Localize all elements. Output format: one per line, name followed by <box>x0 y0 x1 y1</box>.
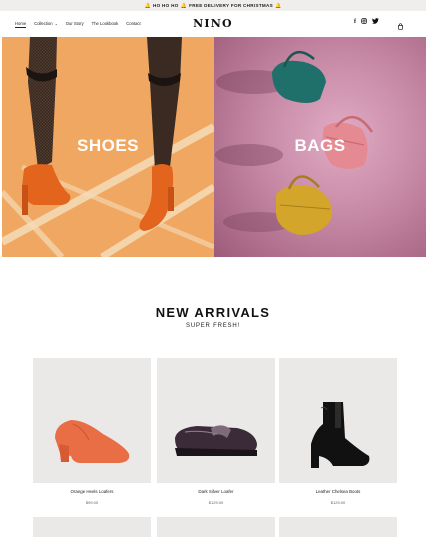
bell-icon: 🔔 <box>275 2 282 9</box>
announcement-bar: 🔔 HO HO HO 🔔 FREE DELIVERY FOR CHRISTMAS… <box>0 0 426 11</box>
facebook-icon[interactable]: f <box>354 19 356 25</box>
twitter-icon[interactable] <box>372 18 379 26</box>
instagram-icon[interactable] <box>361 18 367 26</box>
hero-shoes-tile[interactable]: SHOES <box>2 37 214 257</box>
product-image[interactable] <box>33 358 151 483</box>
social-links: f <box>354 18 379 26</box>
hero-bags-tile[interactable]: BAGS <box>214 37 426 257</box>
product-price: $99.00 <box>85 500 99 505</box>
new-arrivals-subtitle: SUPER FRESH! <box>186 323 240 329</box>
product-name[interactable]: Orange Heels Loafers <box>33 489 151 494</box>
bell-icon: 🔔 <box>144 2 151 9</box>
product-card[interactable]: Orange Heels Loafers $99.00 <box>33 358 151 505</box>
announcement-text-2: FREE DELIVERY FOR CHRISTMAS <box>189 3 274 8</box>
product-image[interactable] <box>157 358 275 483</box>
site-header: Home Collection ⌄ Our Story The Lookbook … <box>0 11 426 37</box>
product-image-partial[interactable] <box>279 517 397 537</box>
announcement-text: HO HO HO <box>152 3 179 8</box>
new-arrivals-title: NEW ARRIVALS <box>155 305 271 320</box>
bag-icon[interactable] <box>397 17 404 35</box>
product-image-partial[interactable] <box>33 517 151 537</box>
bell-icon: 🔔 <box>180 2 188 9</box>
product-image-partial[interactable] <box>157 517 275 537</box>
product-price: $129.00 <box>208 500 224 505</box>
product-price: $129.00 <box>330 500 346 505</box>
product-image[interactable] <box>279 358 397 483</box>
product-card[interactable]: Leather Chelsea Boots $129.00 <box>279 358 397 505</box>
product-card[interactable]: Dark Silver Loafer $129.00 <box>157 358 275 505</box>
hero-shoes-label: SHOES <box>76 136 140 155</box>
product-name[interactable]: Dark Silver Loafer <box>157 489 275 494</box>
product-name[interactable]: Leather Chelsea Boots <box>279 489 397 494</box>
hero-bags-label: BAGS <box>294 136 346 155</box>
